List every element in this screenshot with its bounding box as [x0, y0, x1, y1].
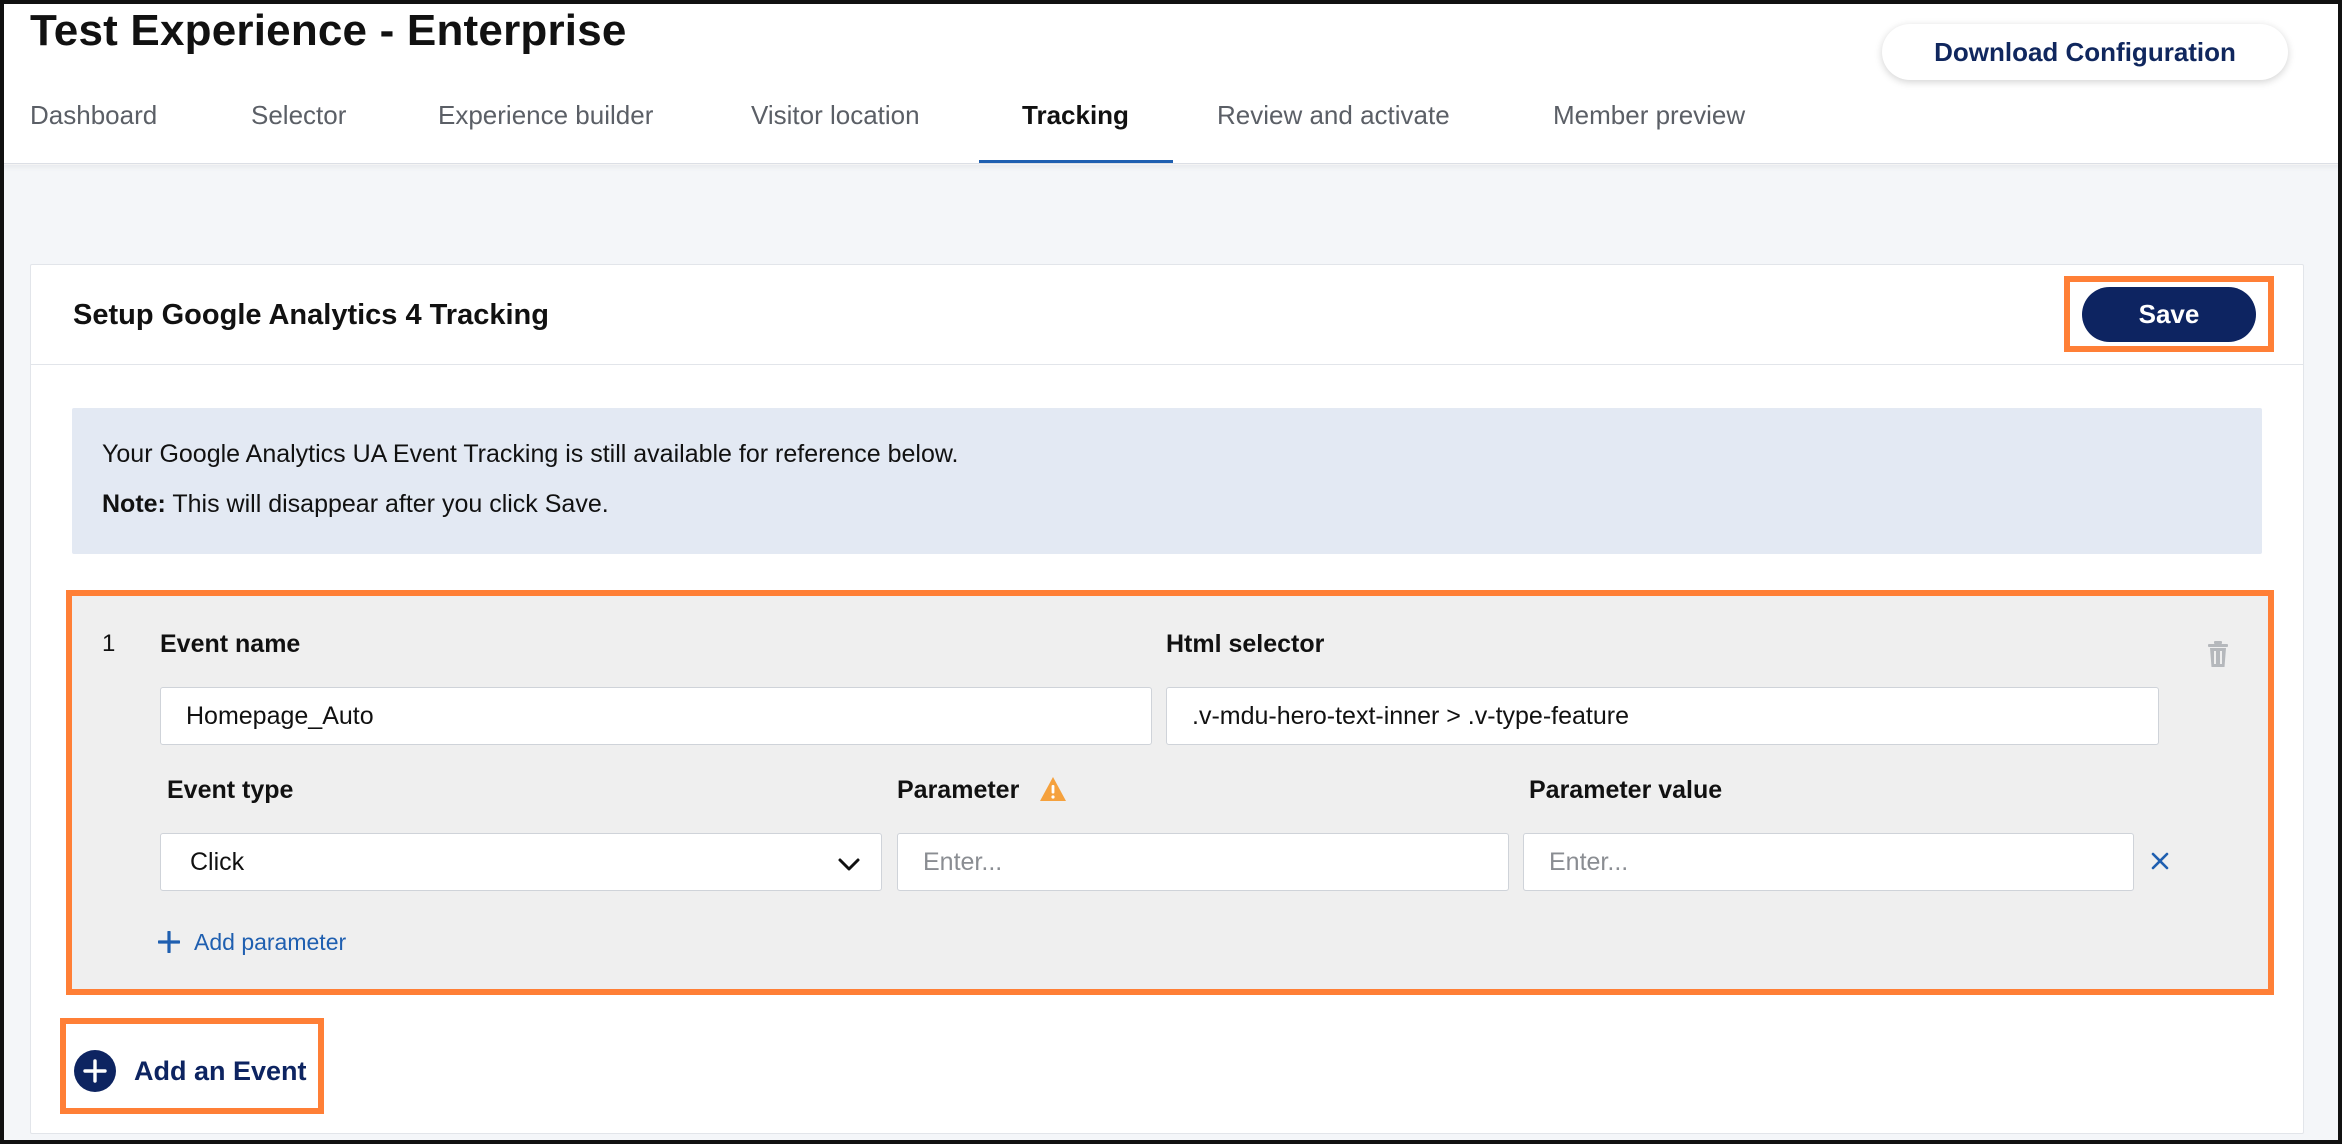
tab-selector[interactable]: Selector	[251, 92, 346, 164]
tab-experience-builder[interactable]: Experience builder	[438, 92, 653, 164]
add-parameter-label: Add parameter	[194, 928, 347, 955]
notice-note: Note: This will disappear after you clic…	[102, 490, 609, 519]
event-type-value: Click	[190, 848, 245, 876]
trash-icon[interactable]	[2206, 640, 2230, 668]
event-name-input[interactable]	[160, 687, 1152, 745]
tab-review-and-activate[interactable]: Review and activate	[1217, 92, 1450, 164]
plus-icon	[158, 931, 180, 953]
close-icon[interactable]	[2150, 851, 2170, 871]
plus-circle-icon	[74, 1050, 116, 1092]
parameter-value-label: Parameter value	[1529, 776, 1723, 804]
note-text: This will disappear after you click Save…	[165, 490, 609, 518]
save-button[interactable]: Save	[2082, 287, 2256, 342]
html-selector-label: Html selector	[1166, 630, 1325, 658]
ua-notice-banner: Your Google Analytics UA Event Tracking …	[72, 408, 2262, 554]
event-type-label: Event type	[167, 776, 294, 804]
tab-member-preview[interactable]: Member preview	[1553, 92, 1745, 164]
tab-visitor-location[interactable]: Visitor location	[751, 92, 920, 164]
download-configuration-button[interactable]: Download Configuration	[1882, 24, 2288, 80]
warning-icon	[1040, 777, 1066, 801]
card-title: Setup Google Analytics 4 Tracking	[73, 299, 549, 331]
tab-dashboard[interactable]: Dashboard	[30, 92, 157, 164]
note-label: Note:	[102, 490, 166, 518]
parameter-label: Parameter	[897, 776, 1020, 804]
parameter-value-input[interactable]	[1523, 833, 2134, 891]
event-number: 1	[102, 630, 116, 657]
active-tab-indicator	[979, 160, 1173, 163]
add-event-label: Add an Event	[134, 1055, 307, 1086]
html-selector-input[interactable]	[1166, 687, 2159, 745]
page-header: Test Experience - Enterprise Download Co…	[0, 0, 2342, 164]
add-parameter-button[interactable]: Add parameter	[158, 924, 346, 960]
parameter-input[interactable]	[897, 833, 1509, 891]
tab-bar: Dashboard Selector Experience builder Vi…	[0, 92, 1800, 164]
card-header: Setup Google Analytics 4 Tracking	[31, 265, 2303, 365]
notice-text: Your Google Analytics UA Event Tracking …	[102, 440, 959, 468]
add-event-button[interactable]: Add an Event	[74, 1050, 307, 1092]
event-name-label: Event name	[160, 630, 301, 658]
page-title: Test Experience - Enterprise	[30, 6, 627, 55]
event-type-select[interactable]: Click	[160, 833, 882, 891]
tab-tracking[interactable]: Tracking	[1022, 92, 1129, 164]
chevron-down-icon	[838, 858, 860, 871]
